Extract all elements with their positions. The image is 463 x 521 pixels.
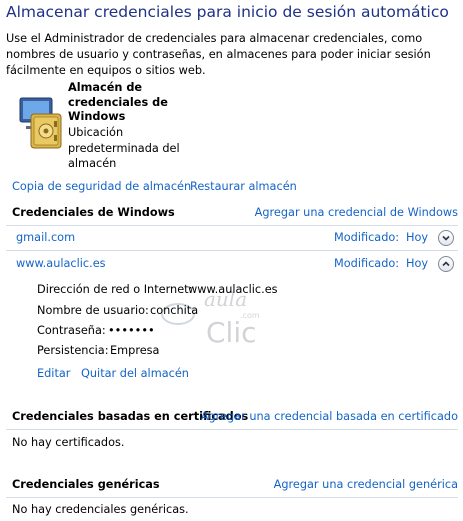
separator <box>6 225 458 226</box>
vault-title: Almacén de credenciales de Windows <box>68 81 168 123</box>
password-label: Contraseña: <box>37 324 106 337</box>
page-title: Almacenar credenciales para inicio de se… <box>6 3 449 21</box>
backup-vault-link[interactable]: Copia de seguridad de almacén <box>12 180 191 193</box>
username-value: conchita <box>150 304 199 317</box>
persistence-value: Empresa <box>110 344 160 357</box>
windows-credentials-heading: Credenciales de Windows <box>12 206 175 219</box>
address-label: Dirección de red o Internet: <box>37 283 193 296</box>
expand-chevron-down-icon[interactable] <box>438 230 454 246</box>
page-description: Use el Administrador de credenciales par… <box>6 32 431 77</box>
add-generic-credential-link[interactable]: Agregar una credencial genérica <box>274 478 458 491</box>
credential-vault-icon <box>18 96 64 152</box>
restore-vault-link[interactable]: Restaurar almacén <box>190 180 297 193</box>
generic-credentials-heading: Credenciales genéricas <box>12 478 160 491</box>
separator <box>6 250 458 251</box>
collapse-chevron-up-icon[interactable] <box>438 256 454 272</box>
modified-value[interactable]: Hoy <box>406 257 428 270</box>
username-label: Nombre de usuario: <box>37 304 149 317</box>
credential-name[interactable]: www.aulaclic.es <box>16 257 106 270</box>
vault-subtitle: Ubicación predeterminada del almacén <box>68 126 180 170</box>
remove-credential-link[interactable]: Quitar del almacén <box>81 367 189 380</box>
svg-text:Clic: Clic <box>206 316 257 349</box>
credential-name[interactable]: gmail.com <box>16 231 75 244</box>
separator <box>6 497 458 498</box>
persistence-label: Persistencia: <box>37 344 109 357</box>
svg-text:.com: .com <box>240 311 260 320</box>
edit-credential-link[interactable]: Editar <box>37 367 70 380</box>
address-value: www.aulaclic.es <box>188 283 278 296</box>
no-generic-credentials-text: No hay credenciales genéricas. <box>12 503 189 516</box>
add-windows-credential-link[interactable]: Agregar una credencial de Windows <box>255 206 458 219</box>
add-certificate-credential-link[interactable]: Agregar una credencial basada en certifi… <box>201 410 458 423</box>
password-value: ••••••• <box>108 324 155 337</box>
no-certificates-text: No hay certificados. <box>12 436 125 449</box>
modified-label[interactable]: Modificado: <box>334 257 399 270</box>
modified-value[interactable]: Hoy <box>406 231 428 244</box>
modified-label[interactable]: Modificado: <box>334 231 399 244</box>
separator <box>6 429 458 430</box>
aulaclic-watermark-logo: aula .com Clic <box>160 286 270 356</box>
